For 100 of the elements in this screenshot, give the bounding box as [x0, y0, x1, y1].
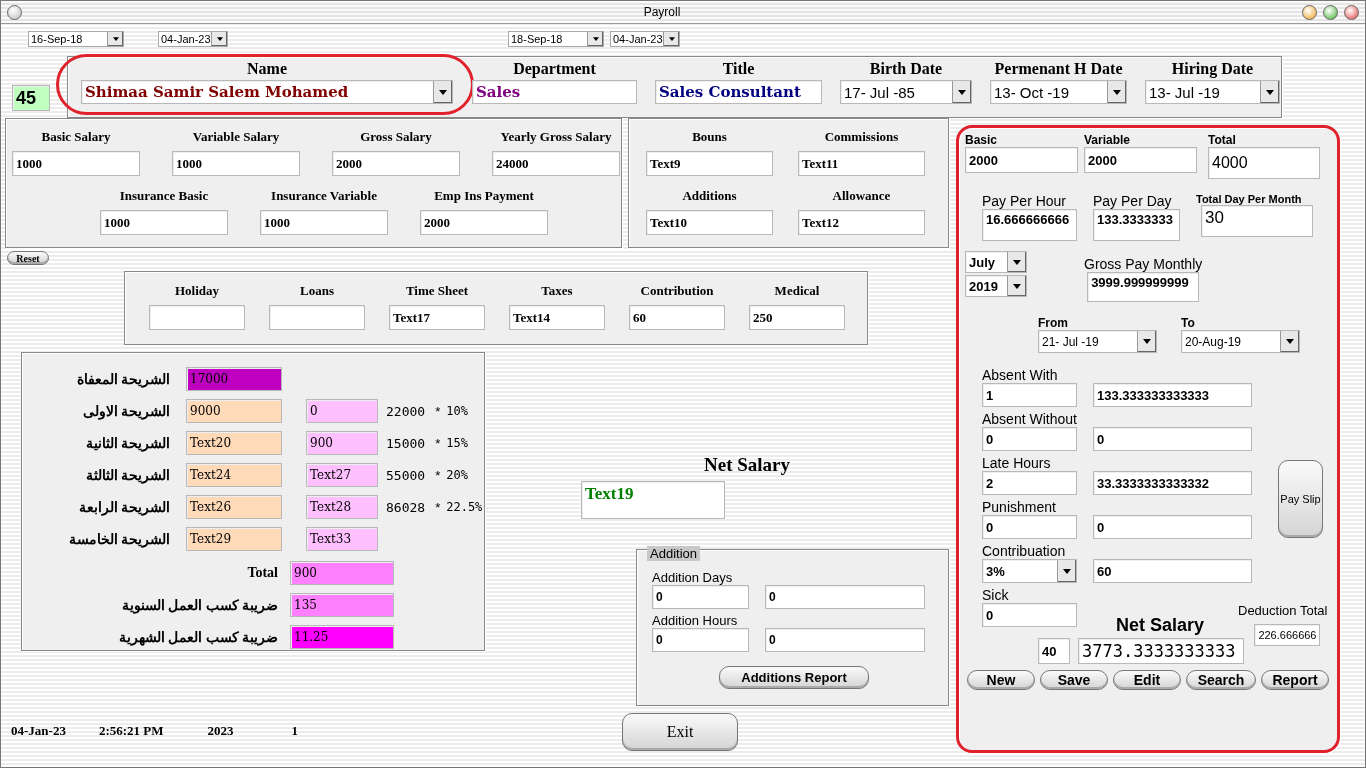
- text-field[interactable]: 1000: [260, 210, 388, 235]
- text-field[interactable]: 1: [982, 383, 1077, 407]
- action-button[interactable]: Save: [1040, 670, 1108, 690]
- text-field[interactable]: 1000: [172, 151, 300, 176]
- combo-box[interactable]: 17- Jul -85: [840, 80, 972, 104]
- text-field[interactable]: 60: [629, 305, 725, 330]
- bracket-field[interactable]: Text26: [186, 495, 282, 519]
- text-field[interactable]: Text12: [798, 210, 925, 235]
- field-label: Time Sheet: [405, 283, 469, 299]
- combo-box[interactable]: 13- Oct -19: [990, 80, 1127, 104]
- bracket-field[interactable]: Text20: [186, 431, 282, 455]
- field-label: Contribuation: [982, 543, 1067, 559]
- text-field[interactable]: 30: [1201, 205, 1313, 237]
- bracket-amount: 55000: [386, 467, 426, 483]
- year-combo[interactable]: 2019: [965, 275, 1027, 297]
- bracket-tax-field[interactable]: 900: [306, 431, 378, 455]
- text-field[interactable]: 0: [982, 515, 1077, 539]
- text-field[interactable]: 16.666666666: [982, 209, 1077, 241]
- text-field[interactable]: 2000: [420, 210, 548, 235]
- text-field[interactable]: 133.333333333333: [1093, 383, 1252, 407]
- text-field[interactable]: 0: [1093, 515, 1252, 539]
- field-label: Addition Days: [652, 570, 734, 585]
- bracket-tax-field[interactable]: Text28: [306, 495, 378, 519]
- text-field[interactable]: 1000: [100, 210, 228, 235]
- field-label: Hiring Date: [1171, 60, 1254, 78]
- date-combo[interactable]: 18-Sep-18: [508, 31, 604, 47]
- text-field[interactable]: 0: [765, 585, 925, 609]
- bracket-tax-field[interactable]: Text27: [306, 463, 378, 487]
- close-button[interactable]: [1344, 4, 1359, 20]
- days-field[interactable]: 40: [1038, 638, 1070, 664]
- text-field[interactable]: Sales Consultant: [655, 80, 822, 104]
- bracket-amount: 86028: [386, 499, 426, 515]
- field-label: Addition Hours: [652, 613, 739, 628]
- bracket-rate: 20%: [446, 468, 468, 482]
- text-field[interactable]: 0: [982, 603, 1077, 627]
- bracket-field[interactable]: 9000: [186, 399, 282, 423]
- month-combo[interactable]: July: [965, 251, 1027, 273]
- total-field[interactable]: 11.25: [290, 625, 394, 649]
- total-field[interactable]: 900: [290, 561, 394, 585]
- text-field[interactable]: 2000: [965, 147, 1078, 173]
- text-field[interactable]: 33.3333333333332: [1093, 471, 1252, 495]
- text-field[interactable]: 0: [652, 585, 749, 609]
- net-salary-field[interactable]: Text19: [581, 481, 725, 519]
- text-field[interactable]: 2: [982, 471, 1077, 495]
- window-icon: [7, 4, 22, 20]
- text-field[interactable]: 4000: [1208, 147, 1320, 179]
- text-field[interactable]: 250: [749, 305, 845, 330]
- total-field[interactable]: 135: [290, 593, 394, 617]
- text-field[interactable]: Sales: [472, 80, 637, 104]
- text-field[interactable]: Text11: [798, 151, 925, 176]
- bracket-tax-field[interactable]: 0: [306, 399, 378, 423]
- reset-button[interactable]: Reset: [7, 251, 49, 265]
- date-combo[interactable]: 04-Jan-23: [610, 31, 680, 47]
- action-button[interactable]: Edit: [1113, 670, 1181, 690]
- additions-report-button[interactable]: Additions Report: [719, 666, 869, 689]
- date-combo[interactable]: 16-Sep-18: [28, 31, 124, 47]
- bracket-field[interactable]: 17000: [186, 367, 282, 391]
- date-combo[interactable]: 20-Aug-19: [1181, 330, 1300, 353]
- text-field[interactable]: 226.666666: [1254, 624, 1321, 646]
- text-field[interactable]: 24000: [492, 151, 620, 176]
- combo-box[interactable]: 3%: [982, 559, 1077, 583]
- bracket-field[interactable]: Text29: [186, 527, 282, 551]
- text-field[interactable]: [269, 305, 365, 330]
- bracket-field[interactable]: Text24: [186, 463, 282, 487]
- text-field[interactable]: 0: [652, 628, 749, 652]
- text-field[interactable]: 0: [982, 427, 1077, 451]
- text-field[interactable]: 2000: [1084, 147, 1197, 173]
- window-title: Payroll: [642, 5, 682, 19]
- field-label: Insurance Variable: [271, 188, 377, 204]
- caret-icon: [439, 89, 447, 95]
- text-field[interactable]: 1000: [12, 151, 140, 176]
- date-combo[interactable]: 21- Jul -19: [1038, 330, 1157, 353]
- text-field[interactable]: Text14: [509, 305, 605, 330]
- bracket-tax-field[interactable]: Text33: [306, 527, 378, 551]
- text-field[interactable]: 3999.999999999: [1087, 272, 1200, 302]
- multiply-sign: *: [435, 499, 441, 515]
- field-label: Contribution: [640, 283, 714, 299]
- net-salary-field[interactable]: 3773.3333333333: [1078, 638, 1244, 664]
- text-field[interactable]: Text10: [646, 210, 773, 235]
- action-button[interactable]: New: [967, 670, 1035, 690]
- field-label: Additions: [682, 188, 737, 204]
- combo-box[interactable]: Shimaa Samir Salem Mohamed: [81, 80, 453, 104]
- field-label: Total Day Per Month: [1196, 193, 1303, 205]
- text-field[interactable]: [149, 305, 245, 330]
- maximize-button[interactable]: [1323, 4, 1338, 20]
- text-field[interactable]: 2000: [332, 151, 460, 176]
- exit-button[interactable]: Exit: [622, 713, 738, 751]
- combo-box[interactable]: 13- Jul -19: [1145, 80, 1280, 104]
- pay-slip-button[interactable]: Pay Slip: [1278, 460, 1323, 538]
- text-field[interactable]: 0: [1093, 427, 1252, 451]
- text-field[interactable]: Text9: [646, 151, 773, 176]
- field-label: Punishment: [982, 499, 1057, 515]
- action-button[interactable]: Report: [1261, 670, 1329, 690]
- action-button[interactable]: Search: [1186, 670, 1256, 690]
- date-combo[interactable]: 04-Jan-23: [158, 31, 228, 47]
- text-field[interactable]: 0: [765, 628, 925, 652]
- text-field[interactable]: 60: [1093, 559, 1252, 583]
- text-field[interactable]: Text17: [389, 305, 485, 330]
- minimize-button[interactable]: [1302, 4, 1317, 20]
- text-field[interactable]: 133.3333333: [1093, 209, 1180, 241]
